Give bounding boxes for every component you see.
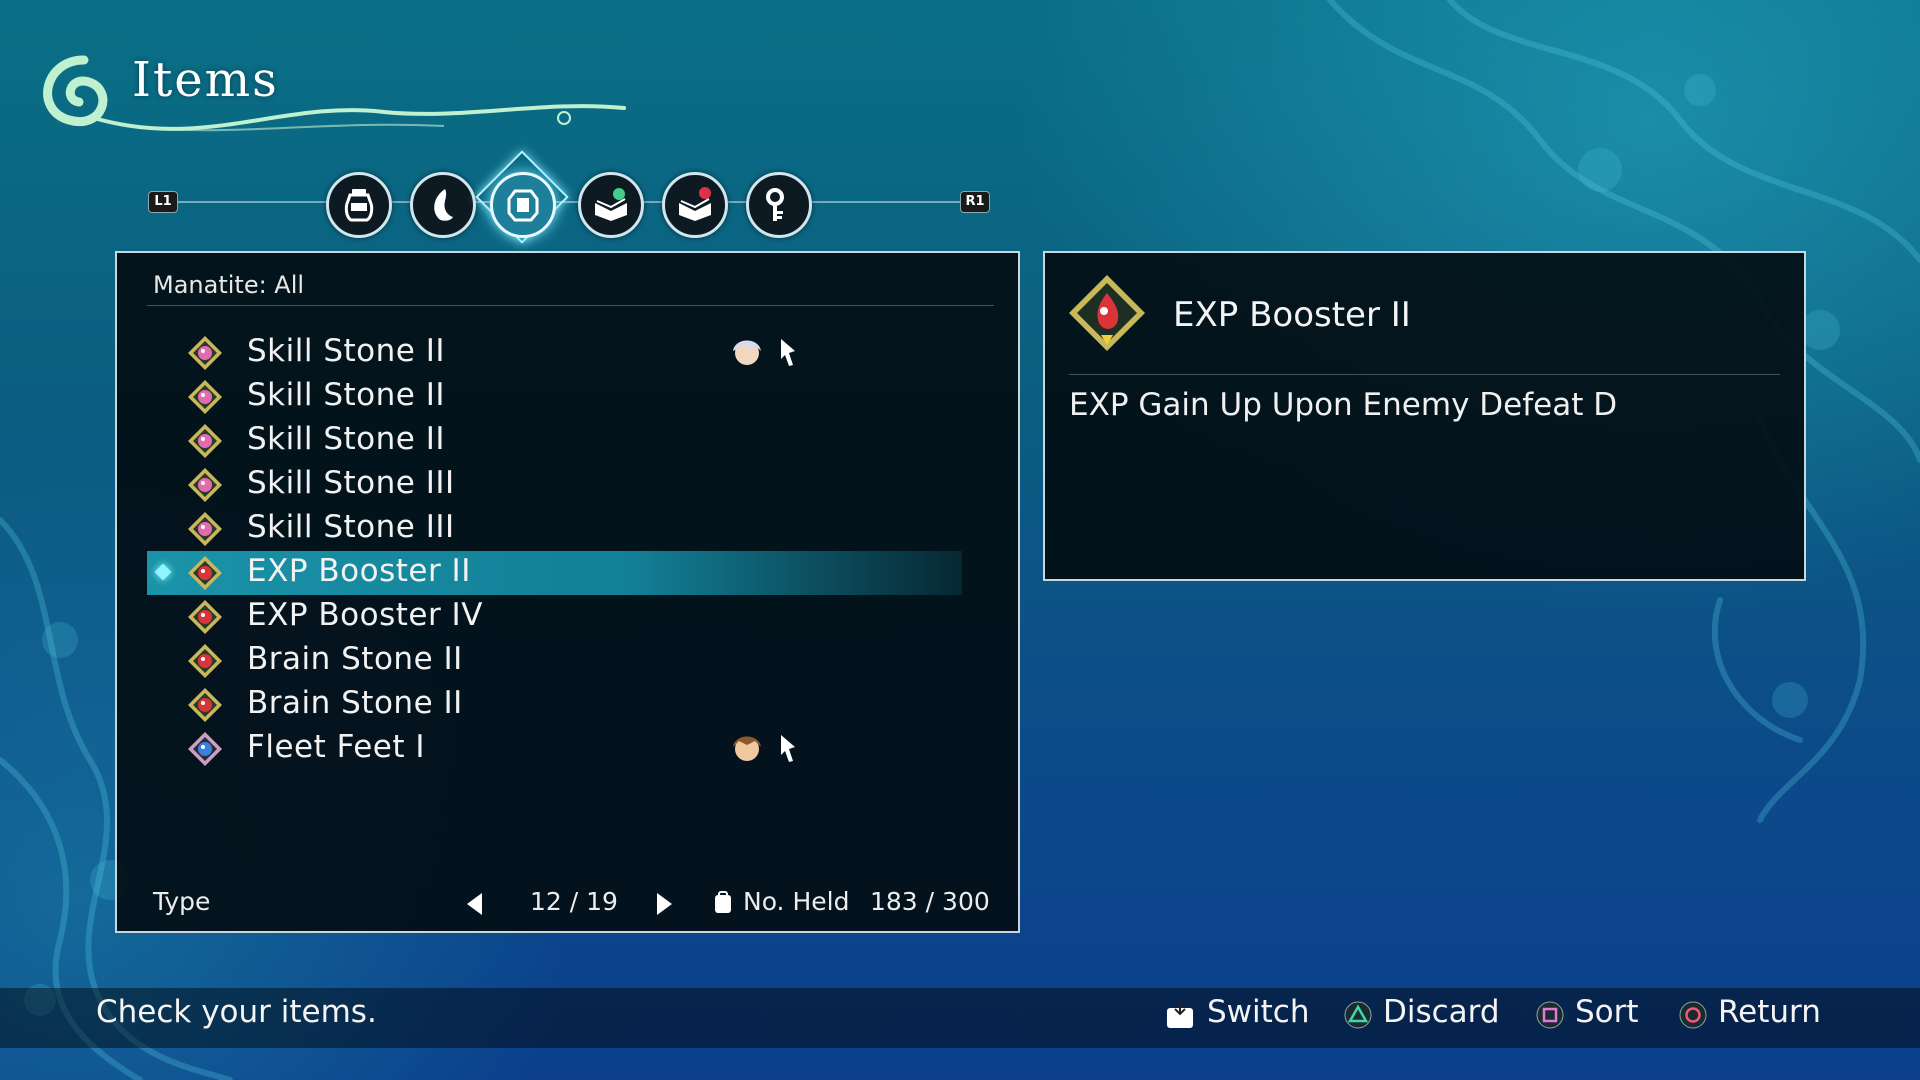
manatite-pink-icon [188,380,222,414]
manatite-red-icon [188,556,222,590]
tab-recipes[interactable] [578,172,644,238]
switch-button[interactable]: Switch [1207,994,1310,1030]
tab-books[interactable] [662,172,728,238]
bag-icon [715,891,731,913]
page-prev-arrow-icon[interactable] [467,893,482,915]
list-item[interactable]: Fleet Feet I [147,727,962,771]
tab-key-items[interactable] [746,172,812,238]
manatite-gem-icon [507,189,539,222]
item-name: Skill Stone III [247,509,455,545]
page-indicator: 12 / 19 [530,887,618,916]
list-item[interactable]: Skill Stone II [147,331,962,375]
item-name: Skill Stone II [247,421,445,457]
screen-header: Items [24,40,644,150]
book-red-icon [679,187,711,221]
square-button-icon [1536,1001,1564,1029]
item-name: Skill Stone III [247,465,455,501]
manatite-red-icon [188,688,222,722]
item-detail-panel: EXP Booster II EXP Gain Up Upon Enemy De… [1043,251,1806,581]
triangle-button-icon [1344,1001,1372,1029]
item-name: EXP Booster II [247,553,471,589]
held-count: 183 / 300 [870,887,990,916]
bottom-help-bar: Check your items. Switch Discard Sort Re… [0,988,1920,1048]
divider [147,305,994,306]
l1-button[interactable]: L1 [148,191,178,213]
character-portrait-icon [733,340,761,365]
item-name: Brain Stone II [247,685,463,721]
manatite-pink-icon [188,336,222,370]
list-item[interactable]: Brain Stone II [147,639,962,683]
equipped-marker-icon [781,339,795,366]
discard-button[interactable]: Discard [1383,994,1500,1030]
detail-item-name: EXP Booster II [1173,295,1411,335]
manatite-blue-icon [188,732,222,766]
tab-materials[interactable] [410,172,476,238]
item-name: Brain Stone II [247,641,463,677]
list-footer: Type 12 / 19 No. Held 183 / 300 [117,883,1018,923]
touchpad-icon [1167,1002,1193,1028]
manatite-pink-icon [188,424,222,458]
item-name: EXP Booster IV [247,597,483,633]
page-next-arrow-icon[interactable] [657,893,672,915]
list-filter-label: Manatite: All [153,271,305,299]
list-item[interactable]: Skill Stone III [147,463,962,507]
page-title: Items [132,52,279,108]
item-name: Skill Stone II [247,377,445,413]
character-portrait-icon [733,736,761,761]
detail-description: EXP Gain Up Upon Enemy Defeat D [1069,387,1618,423]
title-swirl-icon [43,55,626,132]
r1-button[interactable]: R1 [960,191,990,213]
type-label: Type [153,887,211,916]
held-label: No. Held [743,887,850,916]
feather-icon [434,189,453,221]
item-name: Fleet Feet I [247,729,426,765]
selection-cursor-icon [154,563,172,581]
equipped-marker-icon [781,735,795,762]
tab-manatite[interactable] [490,172,556,238]
manatite-red-icon [188,600,222,634]
divider [1069,374,1780,375]
help-text: Check your items. [96,994,377,1030]
list-item[interactable]: Skill Stone III [147,507,962,551]
key-icon [766,188,784,221]
book-green-icon [595,188,627,221]
item-list-panel: Manatite: All Skill Stone II Skill Stone… [115,251,1020,933]
manatite-red-icon [188,644,222,678]
circle-button-icon [1679,1001,1707,1029]
tabs-track [150,201,980,203]
list-item-selected[interactable]: EXP Booster II [147,551,962,595]
return-button[interactable]: Return [1718,994,1821,1030]
manatite-red-icon [1069,275,1145,351]
list-item[interactable]: EXP Booster IV [147,595,962,639]
list-item[interactable]: Skill Stone II [147,375,962,419]
manatite-pink-icon [188,512,222,546]
potion-jar-icon [344,189,374,222]
list-item[interactable]: Skill Stone II [147,419,962,463]
sort-button[interactable]: Sort [1575,994,1639,1030]
manatite-pink-icon [188,468,222,502]
tab-consumables[interactable] [326,172,392,238]
item-name: Skill Stone II [247,333,445,369]
list-item[interactable]: Brain Stone II [147,683,962,727]
